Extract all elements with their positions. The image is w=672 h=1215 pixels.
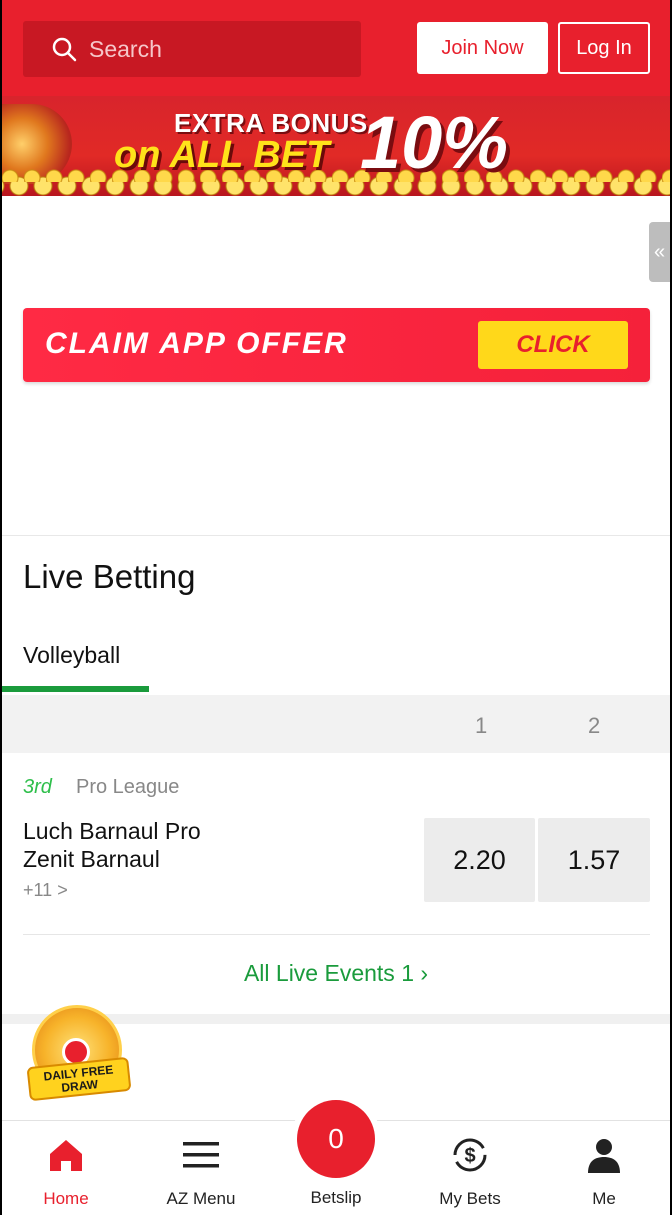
- claim-offer-text: CLAIM APP OFFER: [45, 327, 348, 360]
- search-placeholder: Search: [89, 35, 162, 62]
- more-markets-link[interactable]: +11 >: [23, 880, 68, 901]
- column-2-header: 2: [588, 713, 601, 738]
- match-period: 3rd: [23, 776, 52, 798]
- odds-button-home[interactable]: 2.20: [424, 818, 535, 902]
- search-icon: [52, 37, 77, 62]
- bonus-line-2: on ALL BET: [114, 134, 330, 176]
- log-in-button[interactable]: Log In: [558, 22, 650, 74]
- active-tab-indicator: [2, 686, 149, 692]
- double-chevron-left-icon: «: [653, 240, 666, 263]
- bonus-percent: 10%: [360, 101, 509, 184]
- betslip-count: 0: [328, 1123, 344, 1154]
- section-divider: [2, 535, 670, 536]
- away-team[interactable]: Zenit Barnaul: [23, 846, 160, 873]
- nav-me-label: Me: [592, 1189, 616, 1208]
- betslip-button[interactable]: 0: [297, 1100, 375, 1178]
- top-header: Search Join Now Log In: [2, 0, 670, 96]
- bonus-banner[interactable]: EXTRA BONUS on ALL BET 10%: [2, 96, 670, 196]
- nav-home[interactable]: Home: [6, 1135, 126, 1209]
- odds-column-header: 1 2: [2, 695, 670, 753]
- nav-az-menu-label: AZ Menu: [166, 1189, 236, 1208]
- menu-icon: [183, 1142, 219, 1168]
- join-now-button[interactable]: Join Now: [417, 22, 548, 74]
- nav-my-bets-label: My Bets: [439, 1189, 501, 1208]
- home-team[interactable]: Luch Barnaul Pro: [23, 818, 201, 845]
- page: Search Join Now Log In EXTRA BONUS on AL…: [2, 0, 670, 1215]
- search-input[interactable]: Search: [23, 21, 361, 77]
- nav-betslip-label: Betslip: [310, 1188, 362, 1207]
- league-name: Pro League: [76, 776, 180, 798]
- all-live-events-link[interactable]: All Live Events 1 ›: [2, 960, 670, 987]
- home-icon: [50, 1140, 82, 1171]
- side-drawer-tab[interactable]: «: [649, 222, 670, 282]
- column-1-header: 1: [475, 713, 488, 738]
- user-icon: [588, 1139, 620, 1173]
- claim-click-button[interactable]: CLICK: [478, 321, 628, 369]
- odds-button-away[interactable]: 1.57: [538, 818, 650, 902]
- tab-volleyball[interactable]: Volleyball: [23, 642, 120, 669]
- section-title: Live Betting: [23, 558, 196, 595]
- nav-home-label: Home: [43, 1189, 89, 1208]
- svg-text:$: $: [464, 1145, 475, 1167]
- nav-me[interactable]: Me: [544, 1135, 664, 1209]
- nav-my-bets[interactable]: $ My Bets: [410, 1135, 530, 1209]
- claim-app-offer-banner[interactable]: CLAIM APP OFFER CLICK: [23, 308, 650, 382]
- nav-az-menu[interactable]: AZ Menu: [141, 1135, 261, 1209]
- coins-graphic: [2, 162, 670, 196]
- row-divider: [23, 934, 650, 935]
- my-bets-icon: $: [453, 1138, 487, 1172]
